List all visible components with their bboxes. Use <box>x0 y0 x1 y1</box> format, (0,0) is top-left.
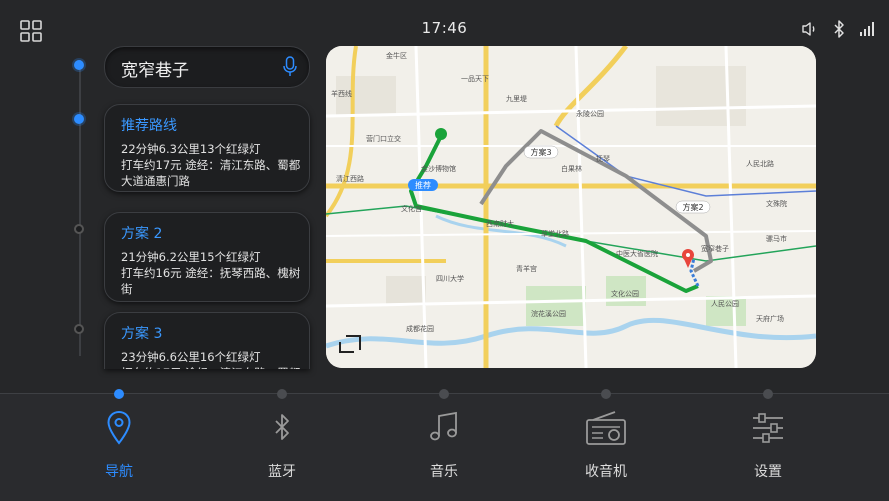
clock: 17:46 <box>421 19 468 37</box>
svg-text:清江西路: 清江西路 <box>336 174 364 183</box>
svg-text:金牛区: 金牛区 <box>386 51 407 60</box>
route-tag-option-2[interactable]: 方案2 <box>675 200 711 214</box>
svg-text:文殊院: 文殊院 <box>766 199 787 208</box>
svg-text:金沙博物馆: 金沙博物馆 <box>421 164 456 173</box>
route-timeline <box>79 60 81 356</box>
bluetooth-icon <box>833 20 845 38</box>
route-tag-recommended[interactable]: 推荐 <box>408 179 438 191</box>
svg-text:推荐: 推荐 <box>415 180 431 190</box>
nav-indicator-settings <box>763 389 773 399</box>
svg-text:方案2: 方案2 <box>682 202 703 212</box>
nav-item-bluetooth[interactable]: 蓝牙 <box>227 410 337 490</box>
svg-text:人民公园: 人民公园 <box>711 300 739 308</box>
volume-icon[interactable] <box>801 20 819 38</box>
svg-text:天府广场: 天府广场 <box>756 314 784 323</box>
route-card-option-2[interactable]: 方案 2 21分钟6.2公里15个红绿灯 打车约16元 途经：抚琴西路、槐树街 <box>104 212 310 302</box>
svg-text:九里堤: 九里堤 <box>506 94 527 103</box>
nav-label: 收音机 <box>585 464 627 480</box>
radio-icon <box>551 410 661 446</box>
route-title: 推荐路线 <box>121 118 177 134</box>
nav-item-settings[interactable]: 设置 <box>713 410 823 490</box>
map-canvas[interactable]: 推荐 方案3 方案2 一品天下 金沙博物馆 清江西路 文化宫 西南财大 草堂北路… <box>326 46 816 368</box>
svg-text:羊西线: 羊西线 <box>331 89 352 98</box>
nav-label: 蓝牙 <box>268 464 296 480</box>
nav-label: 设置 <box>754 464 782 480</box>
route-card-option-3[interactable]: 方案 3 23分钟6.6公里16个红绿灯 打车约17元 途经：清江东路、蜀都大 <box>104 312 310 369</box>
svg-text:营门口立交: 营门口立交 <box>366 134 401 143</box>
nav-item-navigation[interactable]: 导航 <box>64 410 174 490</box>
route-map[interactable]: 推荐 方案3 方案2 一品天下 金沙博物馆 清江西路 文化宫 西南财大 草堂北路… <box>326 46 816 368</box>
bluetooth-icon <box>227 410 337 446</box>
start-marker <box>435 128 447 140</box>
music-note-icon <box>389 410 499 446</box>
svg-text:四川大学: 四川大学 <box>436 274 464 283</box>
svg-text:成都花园: 成都花园 <box>406 324 434 333</box>
nav-item-music[interactable]: 音乐 <box>389 410 499 490</box>
route-description: 22分钟6.3公里13个红绿灯 打车约17元 途经：清江东路、蜀都大道通惠门路 <box>121 142 301 188</box>
signal-icon <box>859 21 875 37</box>
search-input[interactable]: 宽窄巷子 <box>121 56 189 81</box>
svg-text:中医大省医院: 中医大省医院 <box>616 249 658 258</box>
nav-label: 导航 <box>105 464 133 480</box>
svg-text:草堂北路: 草堂北路 <box>541 229 569 238</box>
route-description: 23分钟6.6公里16个红绿灯 打车约17元 途经：清江东路、蜀都大 <box>121 350 300 369</box>
svg-text:白果林: 白果林 <box>561 164 582 173</box>
nav-label: 音乐 <box>430 464 458 480</box>
route-title: 方案 3 <box>121 326 163 342</box>
location-pin-icon <box>64 410 174 446</box>
destination-search-field[interactable]: 宽窄巷子 <box>104 46 310 88</box>
nav-indicator-bluetooth <box>277 389 287 399</box>
svg-text:文化公园: 文化公园 <box>611 289 639 298</box>
nav-indicator-radio <box>601 389 611 399</box>
status-icons <box>801 20 875 38</box>
route-card-recommended[interactable]: 推荐路线 22分钟6.3公里13个红绿灯 打车约17元 途经：清江东路、蜀都大道… <box>104 104 310 192</box>
svg-text:西南财大: 西南财大 <box>486 219 514 228</box>
svg-text:骡马市: 骡马市 <box>766 234 787 243</box>
settings-sliders-icon <box>713 410 823 446</box>
microphone-icon[interactable] <box>283 56 297 82</box>
nav-indicator-nav <box>114 389 124 399</box>
timeline-dot-route-2 <box>74 224 84 234</box>
nav-indicator-music <box>439 389 449 399</box>
svg-text:一品天下: 一品天下 <box>461 75 489 83</box>
svg-text:抚琴: 抚琴 <box>596 154 610 163</box>
timeline-dot-search <box>74 60 84 70</box>
svg-text:方案3: 方案3 <box>530 147 551 157</box>
svg-text:文化宫: 文化宫 <box>401 204 422 213</box>
timeline-dot-route-1 <box>74 114 84 124</box>
route-description: 21分钟6.2公里15个红绿灯 打车约16元 途经：抚琴西路、槐树街 <box>121 250 301 296</box>
svg-text:人民北路: 人民北路 <box>746 159 774 168</box>
svg-text:宽窄巷子: 宽窄巷子 <box>701 244 729 253</box>
svg-text:青羊宫: 青羊宫 <box>516 264 537 273</box>
svg-text:浣花溪公园: 浣花溪公园 <box>531 309 566 318</box>
timeline-dot-route-3 <box>74 324 84 334</box>
route-title: 方案 2 <box>121 226 163 242</box>
status-bar: 17:46 <box>0 0 889 44</box>
nav-item-radio[interactable]: 收音机 <box>551 410 661 490</box>
route-tag-option-3[interactable]: 方案3 <box>523 145 559 159</box>
svg-text:永陵公园: 永陵公园 <box>576 109 604 118</box>
